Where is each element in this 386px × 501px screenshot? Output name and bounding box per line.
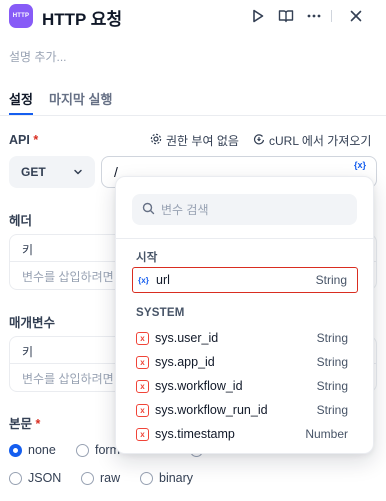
auth-label: 권한 부여 없음 xyxy=(166,134,239,148)
api-label: API xyxy=(9,133,30,147)
required-mark: * xyxy=(33,133,39,147)
variable-name: url xyxy=(156,273,170,287)
params-key-column: 키 xyxy=(22,345,34,359)
insert-variable-icon[interactable]: {x} xyxy=(354,160,366,170)
required-mark: * xyxy=(35,417,41,431)
tab-last-run[interactable]: 마지막 실행 xyxy=(49,89,112,108)
headers-section-label: 헤더 xyxy=(9,214,33,228)
description-input[interactable]: 설명 추가... xyxy=(9,48,67,65)
dropdown-divider xyxy=(116,238,373,239)
radio-selected-icon xyxy=(9,443,22,457)
body-type-binary[interactable]: binary xyxy=(140,471,193,485)
chevron-down-icon xyxy=(73,166,83,180)
radio-icon xyxy=(9,471,22,485)
variable-name: sys.workflow_id xyxy=(155,379,243,393)
variable-item-sys-timestamp[interactable]: x sys.timestamp Number xyxy=(132,421,358,447)
method-select[interactable]: GET xyxy=(9,156,95,188)
radio-label: JSON xyxy=(28,471,62,485)
gear-icon xyxy=(150,133,162,148)
close-icon[interactable] xyxy=(346,6,366,26)
curl-label: cURL 에서 가져오기 xyxy=(269,134,372,148)
system-variable-icon: x xyxy=(136,379,149,393)
body-section-label: 본문 * xyxy=(9,413,40,432)
tab-settings[interactable]: 설정 xyxy=(9,89,33,108)
radio-label: none xyxy=(28,443,56,457)
panel-header: HTTP HTTP 요청 xyxy=(0,0,386,34)
body-type-none[interactable]: none xyxy=(9,443,56,457)
headers-key-input[interactable]: 변수를 삽입하려면 xyxy=(22,268,114,285)
variable-type: String xyxy=(315,273,347,287)
group-label-start: 시작 xyxy=(136,252,158,264)
system-variable-icon: x xyxy=(136,427,149,441)
import-curl-button[interactable]: cURL 에서 가져오기 xyxy=(253,132,371,149)
radio-label: raw xyxy=(100,471,121,485)
tab-bar: 설정 마지막 실행 xyxy=(0,86,386,116)
more-options-icon[interactable] xyxy=(304,6,324,26)
variable-item-sys-app-id[interactable]: x sys.app_id String xyxy=(132,349,358,375)
variable-search-input[interactable]: 변수 검색 xyxy=(132,194,357,225)
variable-name: sys.workflow_run_id xyxy=(155,403,268,417)
auth-button[interactable]: 권한 부여 없음 xyxy=(150,132,239,149)
radio-icon xyxy=(76,443,89,457)
variable-item-url[interactable]: {x} url String xyxy=(132,267,358,293)
body-type-raw[interactable]: raw xyxy=(81,471,120,485)
api-section-label: API * xyxy=(9,133,38,147)
variable-picker-popover: 변수 검색 시작 {x} url String SYSTEM x sys.use… xyxy=(115,176,374,454)
header-divider xyxy=(331,10,332,22)
method-value: GET xyxy=(21,165,46,179)
variable-type: Number xyxy=(305,427,348,441)
variable-item-sys-workflow-id[interactable]: x sys.workflow_id String xyxy=(132,373,358,399)
variable-type: String xyxy=(316,379,348,393)
variable-name: sys.user_id xyxy=(155,331,219,345)
variable-name: sys.app_id xyxy=(155,355,215,369)
radio-icon xyxy=(81,471,94,485)
search-icon xyxy=(142,202,155,218)
system-variable-icon: x xyxy=(136,403,149,417)
variable-name: sys.timestamp xyxy=(155,427,235,441)
search-placeholder: 변수 검색 xyxy=(161,203,209,217)
variable-type: String xyxy=(316,355,348,369)
run-play-icon[interactable] xyxy=(248,6,268,26)
variable-type: String xyxy=(316,403,348,417)
params-key-input[interactable]: 변수를 삽입하려면 xyxy=(22,370,114,387)
system-variable-icon: x xyxy=(136,331,149,345)
headers-key-column: 키 xyxy=(22,243,34,257)
variable-item-sys-user-id[interactable]: x sys.user_id String xyxy=(132,325,358,351)
group-label-system: SYSTEM xyxy=(136,307,185,319)
page-title[interactable]: HTTP 요청 xyxy=(42,5,122,30)
radio-label: binary xyxy=(159,471,194,485)
params-section-label: 매개변수 xyxy=(9,316,56,330)
radio-icon xyxy=(140,471,153,485)
body-type-json[interactable]: JSON xyxy=(9,471,61,485)
import-icon xyxy=(253,133,265,148)
variable-item-sys-workflow-run-id[interactable]: x sys.workflow_run_id String xyxy=(132,397,358,423)
variable-icon: {x} xyxy=(138,275,149,285)
active-tab-indicator xyxy=(9,113,33,115)
system-variable-icon: x xyxy=(136,355,149,369)
body-label: 본문 xyxy=(9,417,33,431)
variable-type: String xyxy=(316,331,348,345)
book-open-icon[interactable] xyxy=(276,6,296,26)
http-app-icon: HTTP xyxy=(9,4,33,28)
